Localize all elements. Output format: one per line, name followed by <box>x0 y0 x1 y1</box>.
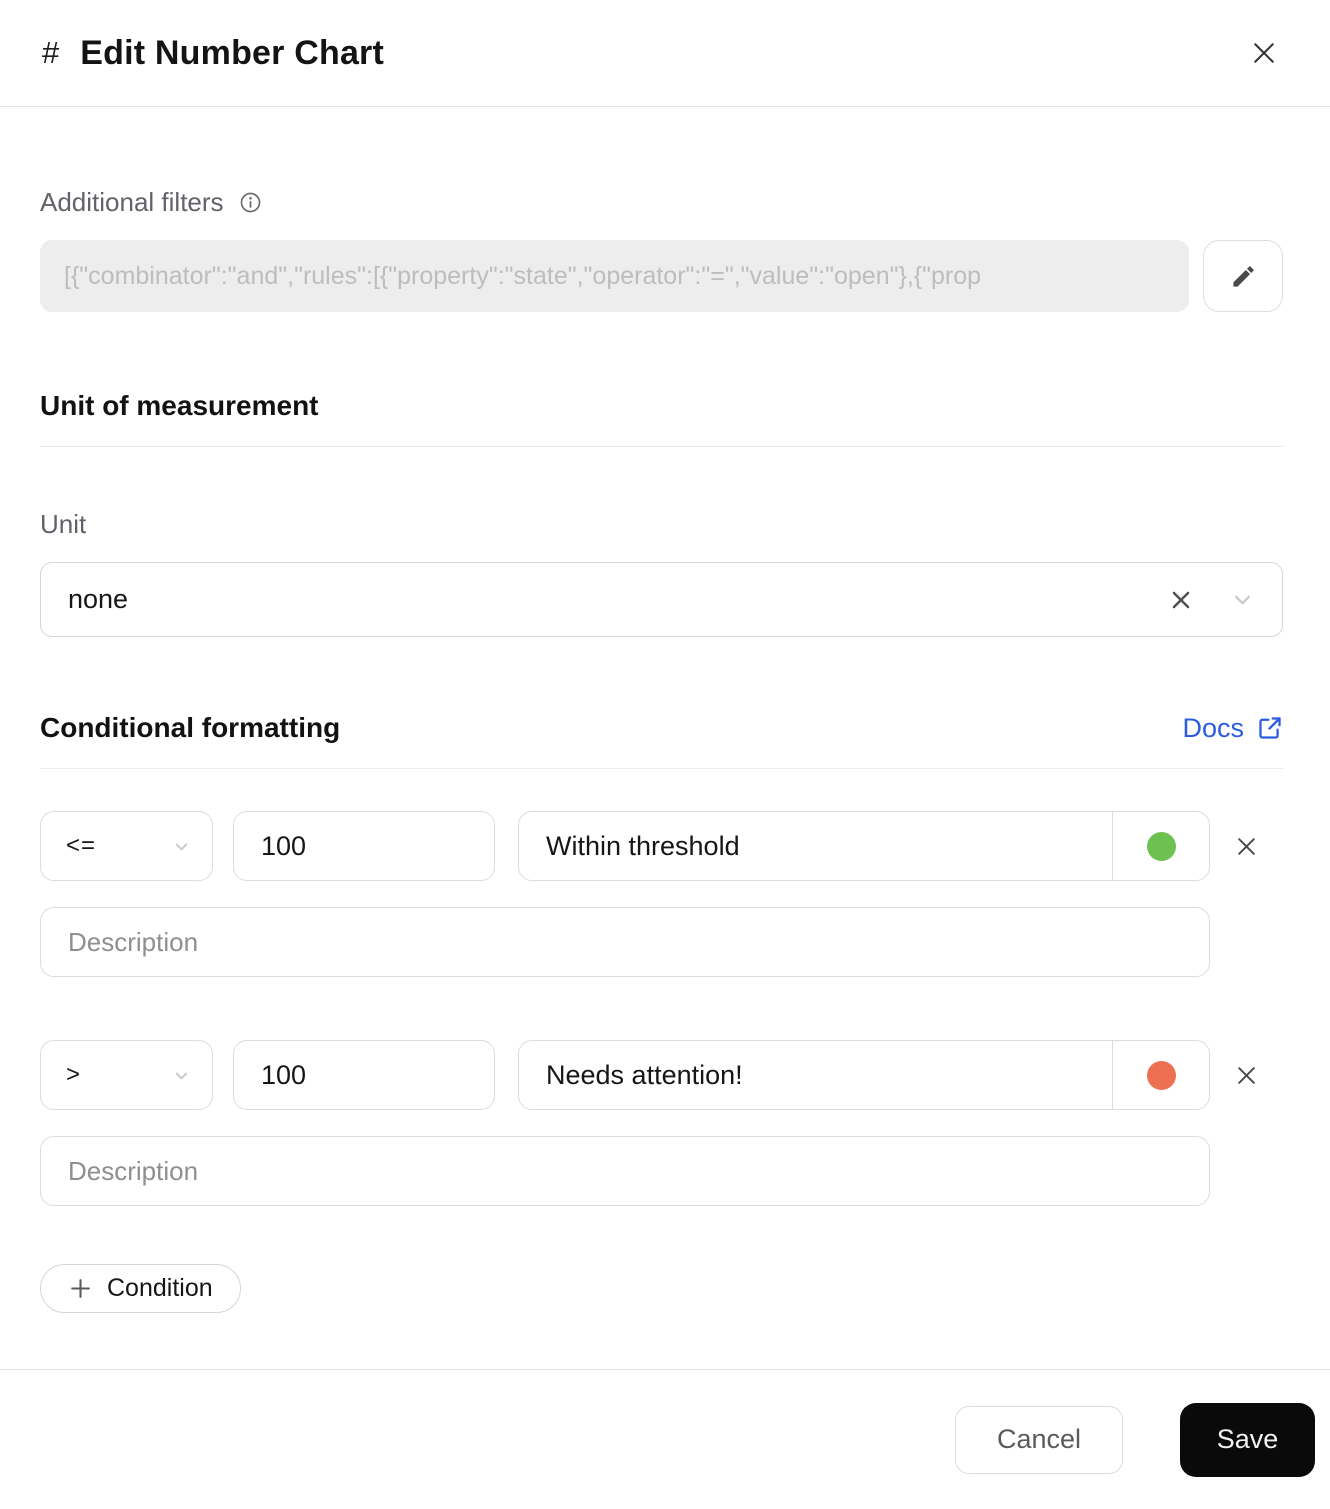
threshold-value-input[interactable] <box>233 1040 495 1110</box>
condition-label-group <box>518 1040 1210 1110</box>
add-condition-label: Condition <box>107 1274 213 1302</box>
color-swatch-button[interactable] <box>1112 812 1209 880</box>
modal-title: Edit Number Chart <box>80 33 385 72</box>
condition-row: > <box>40 1040 1283 1206</box>
operator-select[interactable]: <= <box>40 811 213 881</box>
unit-field: Unit none <box>40 509 1283 637</box>
conditional-formatting-header: Conditional formatting Docs <box>40 712 1283 744</box>
unit-label: Unit <box>40 509 87 539</box>
threshold-value-input[interactable] <box>233 811 495 881</box>
condition-description-input[interactable] <box>40 1136 1210 1206</box>
remove-condition-icon[interactable] <box>1210 811 1283 881</box>
condition-label-input[interactable] <box>519 812 1112 880</box>
close-icon[interactable] <box>1242 31 1286 75</box>
cancel-button[interactable]: Cancel <box>955 1405 1123 1474</box>
conditional-formatting-heading: Conditional formatting <box>40 712 341 743</box>
edit-filters-button[interactable] <box>1203 240 1283 312</box>
modal-body: Additional filters [{"combinator":"and",… <box>0 187 1330 1313</box>
save-button[interactable]: Save <box>1180 1402 1315 1477</box>
info-icon[interactable] <box>239 191 262 214</box>
operator-select[interactable]: > <box>40 1040 213 1110</box>
docs-link[interactable]: Docs <box>1182 713 1283 744</box>
color-dot <box>1146 831 1176 861</box>
chevron-down-icon <box>172 1066 191 1085</box>
docs-link-label: Docs <box>1182 712 1244 743</box>
unit-section-heading: Unit of measurement <box>40 390 319 421</box>
modal-footer: Cancel Save <box>0 1369 1330 1509</box>
condition-label-group <box>518 811 1210 881</box>
color-swatch-button[interactable] <box>1112 1041 1209 1109</box>
condition-description-input[interactable] <box>40 907 1210 977</box>
number-type-icon: # <box>42 35 60 70</box>
chevron-down-icon <box>172 837 191 856</box>
external-link-icon <box>1257 715 1283 741</box>
additional-filters-label: Additional filters <box>40 187 224 217</box>
plus-icon <box>68 1276 93 1301</box>
condition-label-input[interactable] <box>519 1041 1112 1109</box>
additional-filters-input <box>40 240 1189 312</box>
edit-number-chart-modal: # Edit Number Chart Additional filters [… <box>0 0 1330 1509</box>
unit-select-value: none <box>68 584 129 614</box>
remove-condition-icon[interactable] <box>1210 1040 1283 1110</box>
color-dot <box>1146 1060 1176 1090</box>
add-condition-button[interactable]: Condition <box>40 1264 241 1313</box>
additional-filters-section: Additional filters <box>40 187 1283 312</box>
modal-header: # Edit Number Chart <box>0 0 1330 107</box>
section-divider <box>40 446 1283 447</box>
pencil-icon <box>1230 263 1257 290</box>
chevron-down-icon <box>1230 587 1255 612</box>
unit-select[interactable]: none <box>40 562 1283 637</box>
operator-value: > <box>66 1061 82 1088</box>
section-divider <box>40 768 1283 769</box>
clear-icon[interactable] <box>1168 587 1194 613</box>
operator-value: <= <box>66 832 97 859</box>
condition-row: <= <box>40 811 1283 977</box>
